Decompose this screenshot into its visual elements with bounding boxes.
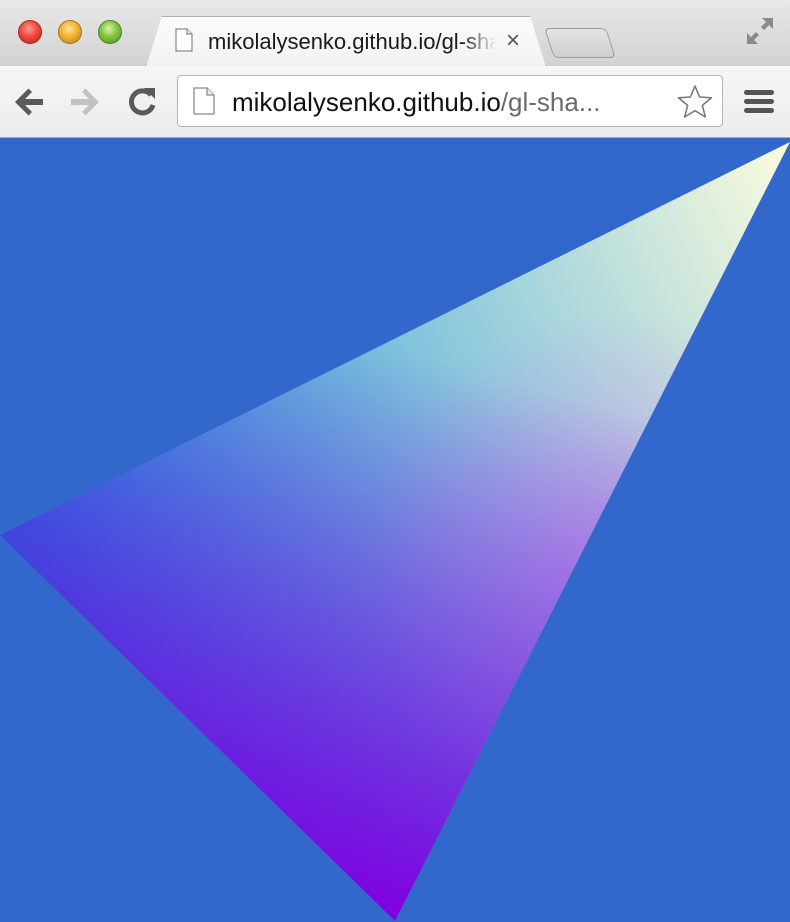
menu-bar-line bbox=[744, 99, 774, 104]
tab-close-button[interactable]: × bbox=[503, 29, 523, 53]
tab-title: mikolalysenko.github.io/gl-shader bbox=[208, 29, 496, 54]
url-host: mikolalysenko.github.io bbox=[232, 87, 501, 117]
star-icon[interactable] bbox=[676, 83, 714, 121]
menu-bar-line bbox=[744, 108, 774, 113]
address-bar[interactable]: mikolalysenko.github.io/gl-sha... bbox=[177, 75, 723, 127]
new-tab-button[interactable] bbox=[544, 28, 616, 58]
browser-window: mikolalysenko.github.io/gl-shader × bbox=[0, 0, 790, 922]
hamburger-menu-icon[interactable] bbox=[743, 86, 775, 118]
menu-bar-line bbox=[744, 90, 774, 95]
toolbar: mikolalysenko.github.io/gl-sha... bbox=[0, 66, 790, 138]
url-path: /gl-sha... bbox=[500, 87, 601, 117]
page-icon bbox=[193, 87, 215, 115]
webgl-canvas[interactable] bbox=[0, 138, 790, 922]
shader-triangle-render bbox=[0, 142, 790, 921]
page-icon bbox=[175, 28, 193, 52]
url-text: mikolalysenko.github.io/gl-sha... bbox=[232, 87, 601, 117]
fullscreen-arrows-icon[interactable] bbox=[745, 16, 775, 46]
minimize-window-button[interactable] bbox=[58, 20, 82, 44]
forward-arrow-icon[interactable] bbox=[66, 84, 102, 120]
zoom-window-button[interactable] bbox=[98, 20, 122, 44]
close-window-button[interactable] bbox=[18, 20, 42, 44]
back-arrow-icon[interactable] bbox=[12, 84, 48, 120]
gradient-triangle-bottom bbox=[0, 142, 790, 921]
reload-icon[interactable] bbox=[124, 84, 160, 120]
tab-strip: mikolalysenko.github.io/gl-shader × bbox=[0, 0, 790, 67]
